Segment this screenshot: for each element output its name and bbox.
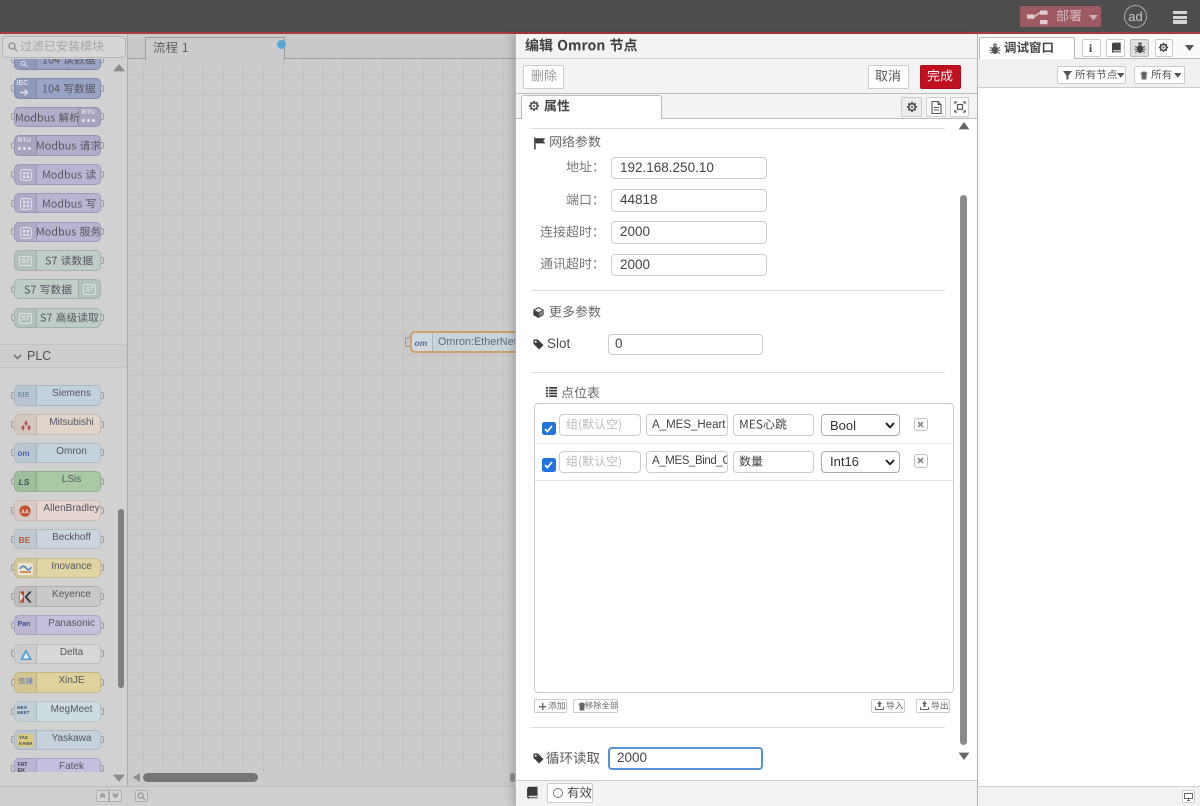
svg-text:AA: AA (21, 509, 29, 515)
